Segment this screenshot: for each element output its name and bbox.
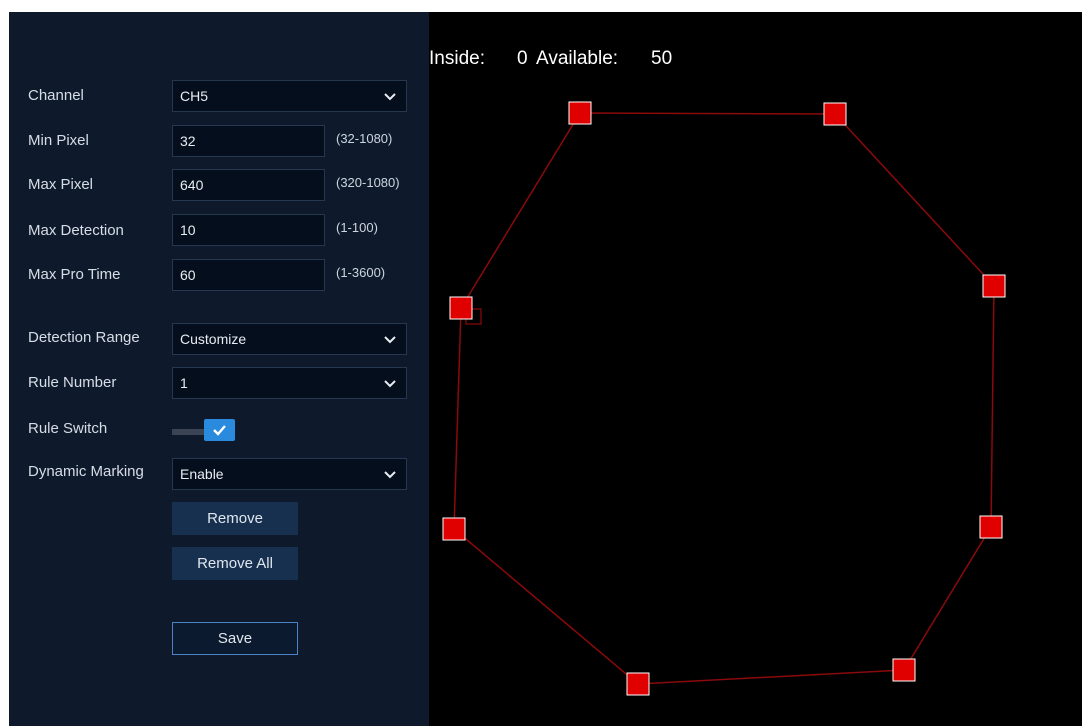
min-pixel-value: 32 [180,133,196,149]
settings-panel: Channel CH5 Min Pixel 32 (32-1080) Max P… [9,12,429,726]
max-detection-value: 10 [180,222,196,238]
rule-number-select[interactable]: 1 [172,367,407,399]
max-pro-time-label: Max Pro Time [28,266,121,283]
detection-zone-canvas[interactable]: Inside: 0 Available: 50 [429,12,1082,726]
detection-zone-polygon[interactable] [429,12,1082,726]
channel-label: Channel [28,87,84,104]
rule-switch-label: Rule Switch [28,420,108,437]
chevron-down-icon [384,471,396,479]
max-pro-time-input[interactable]: 60 [172,259,325,291]
chevron-down-icon [384,380,396,388]
max-pro-time-range: (1-3600) [336,265,386,280]
check-icon [213,425,226,436]
zone-vertex-handle[interactable] [982,274,1006,298]
channel-value: CH5 [180,88,209,104]
save-button[interactable]: Save [172,622,298,655]
max-pixel-input[interactable]: 640 [172,169,325,201]
max-pixel-label: Max Pixel [28,176,94,193]
chevron-down-icon [384,93,396,101]
zone-outline [453,112,995,685]
detection-range-select[interactable]: Customize [172,323,407,355]
remove-button[interactable]: Remove [172,502,298,535]
min-pixel-label: Min Pixel [28,132,89,149]
rule-number-label: Rule Number [28,374,117,391]
channel-select[interactable]: CH5 [172,80,407,112]
rule-switch-toggle[interactable] [172,419,238,443]
zone-vertex-handle[interactable] [823,102,847,126]
zone-vertex-handle[interactable] [979,515,1003,539]
remove-all-button[interactable]: Remove All [172,547,298,580]
zone-vertex-handle[interactable] [449,296,473,320]
max-pro-time-value: 60 [180,267,196,283]
zone-vertex-handle[interactable] [626,672,650,696]
rule-number-value: 1 [180,375,188,391]
zone-vertex-handle[interactable] [568,101,592,125]
detection-range-label: Detection Range [28,329,140,346]
chevron-down-icon [384,336,396,344]
max-detection-input[interactable]: 10 [172,214,325,246]
max-detection-range: (1-100) [336,220,378,235]
dynamic-marking-label: Dynamic Marking [28,463,144,480]
dynamic-marking-value: Enable [180,466,224,482]
max-pixel-range: (320-1080) [336,175,400,190]
max-pixel-value: 640 [180,177,204,193]
detection-range-value: Customize [180,331,247,347]
max-detection-label: Max Detection [28,222,124,239]
toggle-track [172,429,208,435]
min-pixel-range: (32-1080) [336,131,393,146]
toggle-knob [204,419,235,441]
min-pixel-input[interactable]: 32 [172,125,325,157]
zone-vertex-handle[interactable] [442,517,466,541]
zone-vertex-handle[interactable] [892,658,916,682]
dynamic-marking-select[interactable]: Enable [172,458,407,490]
